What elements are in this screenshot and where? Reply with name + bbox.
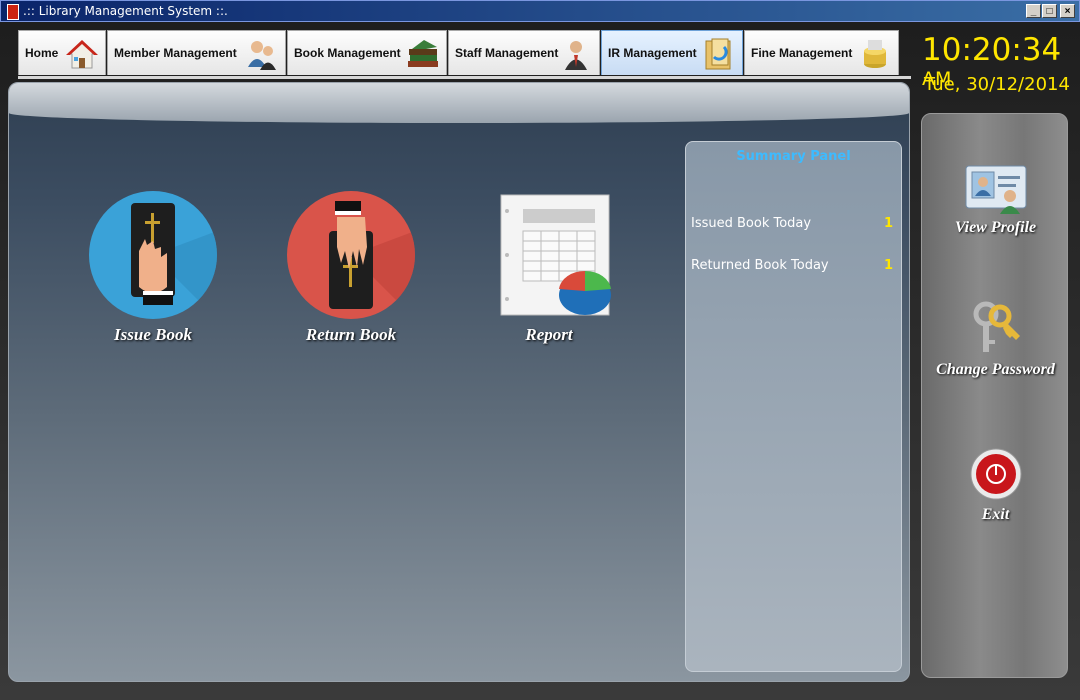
staff-icon bbox=[565, 41, 587, 70]
money-icon bbox=[864, 40, 886, 68]
main-tabs: Home Member Management Book Management S… bbox=[18, 30, 900, 78]
return-book-button[interactable]: Return Book bbox=[281, 191, 421, 345]
minimize-button[interactable]: _ bbox=[1026, 4, 1041, 18]
return-book-icon bbox=[287, 191, 415, 319]
returned-today-value: 1 bbox=[883, 258, 893, 273]
tab-book-management[interactable]: Book Management bbox=[287, 30, 447, 75]
tab-home[interactable]: Home bbox=[18, 30, 106, 75]
maximize-button[interactable]: □ bbox=[1042, 4, 1057, 18]
tab-staff-management[interactable]: Staff Management bbox=[448, 30, 600, 75]
tab-ir-management[interactable]: IR Management bbox=[601, 30, 743, 75]
issue-book-icon bbox=[89, 191, 217, 319]
tab-member-management[interactable]: Member Management bbox=[107, 30, 286, 75]
tab-label: Staff Management bbox=[455, 46, 559, 60]
clock: 10:20:34 AM Tue, 30/12/2014 bbox=[922, 32, 1080, 95]
view-profile-label: View Profile bbox=[954, 219, 1037, 236]
tab-label: Book Management bbox=[294, 46, 401, 60]
summary-panel: Summary Panel Issued Book Today 1 Return… bbox=[685, 141, 902, 672]
summary-title: Summary Panel bbox=[736, 149, 851, 164]
ir-icon bbox=[705, 38, 731, 70]
tab-label: Fine Management bbox=[751, 46, 853, 60]
issued-today-label: Issued Book Today bbox=[691, 216, 812, 231]
power-icon bbox=[970, 448, 1021, 500]
window-title: .:: Library Management System ::. bbox=[23, 4, 228, 18]
change-password-label: Change Password bbox=[936, 361, 1055, 378]
house-icon bbox=[66, 40, 98, 69]
report-label: Report bbox=[525, 325, 573, 344]
books-icon bbox=[408, 40, 438, 67]
issued-today-value: 1 bbox=[883, 216, 893, 231]
tab-label: IR Management bbox=[608, 46, 697, 60]
clock-time: 10:20:34 bbox=[922, 32, 1062, 68]
report-button[interactable]: Report bbox=[479, 191, 619, 345]
returned-today-label: Returned Book Today bbox=[691, 258, 829, 273]
view-profile-button[interactable]: View Profile bbox=[922, 162, 1069, 237]
report-icon bbox=[485, 191, 613, 319]
title-bar: .:: Library Management System ::. _ □ × bbox=[0, 0, 1080, 22]
returned-today-row: Returned Book Today 1 bbox=[691, 258, 893, 273]
close-button[interactable]: × bbox=[1060, 4, 1075, 18]
issued-today-row: Issued Book Today 1 bbox=[691, 216, 893, 231]
return-book-label: Return Book bbox=[305, 325, 397, 344]
side-panel: View Profile Change Password Exit bbox=[921, 113, 1068, 678]
tab-label: Home bbox=[25, 46, 59, 60]
panel-header bbox=[9, 83, 909, 123]
members-icon bbox=[248, 41, 276, 70]
tab-label: Member Management bbox=[114, 46, 237, 60]
exit-button[interactable]: Exit bbox=[922, 447, 1069, 524]
issue-book-button[interactable]: Issue Book bbox=[83, 191, 223, 345]
keys-icon bbox=[973, 301, 1020, 352]
app-icon bbox=[7, 4, 19, 20]
clock-date: Tue, 30/12/2014 bbox=[924, 74, 1070, 95]
profile-card-icon bbox=[965, 165, 1026, 214]
exit-label: Exit bbox=[981, 506, 1010, 523]
change-password-button[interactable]: Change Password bbox=[922, 300, 1069, 379]
issue-book-label: Issue Book bbox=[114, 325, 192, 344]
tab-underline bbox=[18, 76, 911, 79]
tab-fine-management[interactable]: Fine Management bbox=[744, 30, 899, 75]
